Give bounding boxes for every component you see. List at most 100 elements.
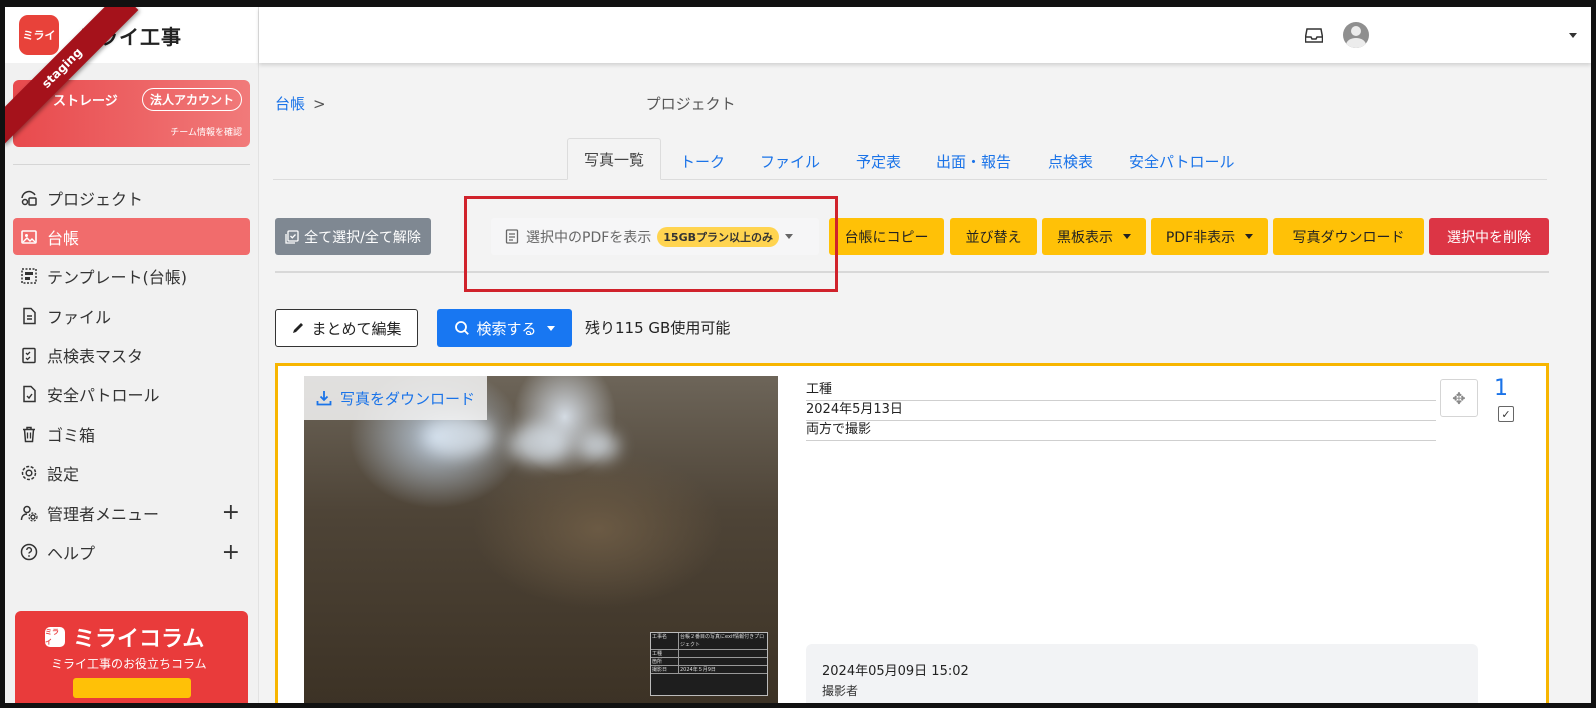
- sidebar-item-ledger[interactable]: 台帳: [13, 218, 250, 256]
- pdf-hide-button[interactable]: PDF非表示: [1151, 218, 1268, 255]
- sidebar-item-file[interactable]: ファイル: [13, 297, 250, 334]
- annotation-highlight-box: [464, 196, 838, 292]
- sidebar: ミライ ミライ工事 staging ストレージ 法人アカウント チーム情報を確認…: [5, 7, 259, 703]
- field-work-type[interactable]: 工種: [806, 381, 1436, 401]
- column-button[interactable]: [73, 678, 191, 698]
- bulk-edit-label: まとめて編集: [311, 319, 402, 338]
- sidebar-item-label: ゴミ箱: [47, 425, 96, 445]
- ledger-icon: [19, 227, 39, 247]
- photo-select-checkbox[interactable]: ✓: [1498, 406, 1514, 422]
- photo-download-label: 写真をダウンロード: [340, 389, 476, 408]
- column-subtitle: ミライ工事のお役立ちコラム: [51, 657, 207, 671]
- storage-title: ストレージ: [53, 94, 118, 109]
- user-menu-caret-icon[interactable]: [1569, 33, 1577, 38]
- gear-icon: [19, 463, 39, 483]
- photo-taken-datetime: 2024年05月09日 15:02: [822, 664, 969, 679]
- sidebar-item-settings[interactable]: 設定: [13, 455, 250, 492]
- main-content: 台帳 > プロジェクト 写真一覧 トーク ファイル 予定表 出面・報告 点検表 …: [259, 63, 1591, 703]
- tab-schedule[interactable]: 予定表: [856, 144, 901, 180]
- template-icon: [19, 266, 39, 286]
- breadcrumb-project: プロジェクト: [645, 95, 736, 113]
- photo-download-link[interactable]: 写真をダウンロード: [304, 376, 488, 420]
- column-title-text: ミライコラム: [73, 627, 205, 652]
- sidebar-item-label: 設定: [47, 465, 80, 485]
- pencil-icon: [291, 321, 305, 335]
- tab-safety-patrol[interactable]: 安全パトロール: [1129, 144, 1234, 180]
- search-caret-icon: [546, 325, 555, 331]
- photo-metadata-box: 2024年05月09日 15:02 撮影者: [806, 644, 1478, 703]
- trash-icon: [19, 424, 39, 444]
- sidebar-item-label: 台帳: [47, 228, 80, 248]
- sidebar-item-label: 安全パトロール: [47, 386, 160, 406]
- sidebar-item-project[interactable]: プロジェクト: [13, 179, 250, 216]
- column-title: ミライ ミライコラム: [45, 621, 204, 653]
- select-all-button[interactable]: 全て選択/全て解除: [275, 218, 431, 255]
- blackboard-row: 工種: [651, 650, 767, 658]
- blackboard-row: 箇所: [651, 658, 767, 666]
- photo-fields: 工種 2024年5月13日 両方で撮影: [806, 381, 1436, 441]
- sidebar-item-help[interactable]: ヘルプ +: [13, 534, 250, 571]
- breadcrumb-ledger-link[interactable]: 台帳: [275, 93, 305, 114]
- corp-account-badge: 法人アカウント: [141, 88, 242, 111]
- sidebar-item-label: ファイル: [47, 307, 112, 327]
- breadcrumb-separator: >: [313, 94, 326, 113]
- sidebar-item-admin-menu[interactable]: 管理者メニュー +: [13, 494, 250, 531]
- tab-photo-list[interactable]: 写真一覧: [567, 138, 662, 180]
- tab-talk[interactable]: トーク: [680, 144, 725, 180]
- photo-download-button[interactable]: 写真ダウンロード: [1273, 218, 1424, 255]
- tab-bar: 写真一覧 トーク ファイル 予定表 出面・報告 点検表 安全パトロール: [273, 138, 1547, 180]
- sidebar-item-checklist-master[interactable]: 点検表マスタ: [13, 337, 250, 374]
- select-all-label: 全て選択/全て解除: [304, 229, 421, 246]
- blackboard-value: 2024年５月9日: [680, 667, 716, 673]
- check-icon: ✓: [1501, 407, 1511, 421]
- user-avatar-icon[interactable]: [1343, 22, 1369, 48]
- photo-blur-spot: [509, 424, 569, 464]
- field-date[interactable]: 2024年5月13日: [806, 401, 1436, 421]
- blackboard-key: 撮影日: [651, 666, 679, 673]
- blackboard-value: [679, 650, 767, 657]
- tab-attendance-report[interactable]: 出面・報告: [936, 144, 1011, 180]
- screenshot-frame: ミライ ミライ工事 staging ストレージ 法人アカウント チーム情報を確認…: [0, 0, 1596, 708]
- help-icon: [19, 542, 39, 562]
- sort-button[interactable]: 並び替え: [950, 218, 1037, 255]
- blackboard-row: 撮影日 2024年５月9日: [651, 666, 767, 674]
- expand-plus-icon[interactable]: +: [222, 500, 240, 525]
- delete-selected-button[interactable]: 選択中を削除: [1429, 218, 1549, 255]
- bulk-edit-button[interactable]: まとめて編集: [275, 309, 418, 347]
- drag-move-handle[interactable]: ✥: [1440, 379, 1478, 417]
- search-icon: [454, 320, 470, 336]
- tab-files[interactable]: ファイル: [760, 144, 820, 180]
- blackboard-key: 箇所: [651, 658, 679, 665]
- blackboard-display-label: 黒板表示: [1057, 229, 1113, 246]
- brand-logo: ミライ: [19, 15, 59, 55]
- sidebar-item-safety-patrol[interactable]: 安全パトロール: [13, 376, 250, 413]
- tab-inspection[interactable]: 点検表: [1048, 144, 1093, 180]
- top-bar: [259, 7, 1591, 63]
- blackboard-display-button[interactable]: 黒板表示: [1042, 218, 1146, 255]
- download-icon: [316, 390, 332, 406]
- blackboard-key: 工種: [651, 650, 679, 657]
- team-info-link[interactable]: チーム情報を確認: [170, 125, 242, 138]
- column-logo-icon: ミライ: [45, 627, 65, 647]
- file-icon: [19, 306, 39, 326]
- photo-photographer: 撮影者: [822, 684, 859, 698]
- field-note[interactable]: 両方で撮影: [806, 421, 1436, 441]
- project-icon: [19, 188, 39, 208]
- sidebar-item-label: ヘルプ: [47, 544, 96, 564]
- mirai-column-banner[interactable]: ミライ ミライコラム ミライ工事のお役立ちコラム: [15, 611, 248, 703]
- photo-blur-spot: [424, 416, 494, 456]
- search-dropdown-button[interactable]: 検索する: [437, 309, 572, 347]
- sidebar-item-trash[interactable]: ゴミ箱: [13, 415, 250, 452]
- expand-plus-icon[interactable]: +: [222, 540, 240, 565]
- photo-blur-spot: [579, 431, 619, 461]
- sidebar-item-template[interactable]: テンプレート(台帳): [13, 258, 250, 295]
- inbox-icon[interactable]: [1304, 27, 1324, 43]
- sidebar-item-label: 点検表マスタ: [47, 347, 144, 367]
- copy-to-ledger-button[interactable]: 台帳にコピー: [829, 218, 944, 255]
- admin-icon: [19, 503, 39, 523]
- move-icon: ✥: [1452, 388, 1466, 408]
- sidebar-divider: [13, 164, 250, 165]
- photo-thumbnail[interactable]: 写真をダウンロード 工事名 台帳２番目の写真にexif情報付きプロジェクト 工種 …: [304, 376, 778, 703]
- app-window: ミライ ミライ工事 staging ストレージ 法人アカウント チーム情報を確認…: [5, 7, 1591, 703]
- blackboard-caret-icon: [1123, 234, 1131, 239]
